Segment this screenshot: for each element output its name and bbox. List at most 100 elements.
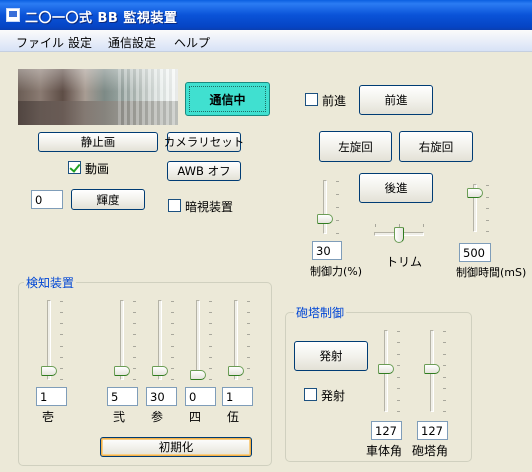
slider-tick	[443, 342, 446, 344]
slider-thumb[interactable]	[317, 214, 333, 225]
reverse-button[interactable]: 後進	[359, 173, 433, 203]
menu-comm-settings[interactable]: 通信設定	[108, 34, 156, 51]
turn-left-button[interactable]: 左旋回	[319, 131, 392, 162]
slider-tick	[443, 376, 446, 378]
slider-tick	[171, 301, 174, 302]
turn-right-button[interactable]: 右旋回	[399, 131, 473, 162]
slider-tick	[133, 312, 136, 314]
slider-track	[196, 300, 200, 380]
menu-help[interactable]: ヘルプ	[174, 34, 210, 51]
body-angle-label: 車体角	[366, 444, 403, 458]
detector-slider-5[interactable]	[227, 296, 251, 384]
slider-tick	[397, 399, 400, 401]
body-angle-input[interactable]: 127	[371, 421, 402, 440]
power-input[interactable]: 30	[312, 241, 342, 260]
slider-tick	[209, 323, 212, 325]
main-window: 二〇一〇式 BB 監視装置 ファイル 設定 通信設定 ヘルプ 静止画 カメラリセ…	[0, 0, 532, 472]
slider-tick	[171, 379, 174, 380]
fire-checkbox[interactable]	[304, 388, 317, 401]
slider-tick	[133, 345, 136, 347]
power-slider[interactable]	[316, 176, 340, 238]
slider-tick	[60, 367, 63, 369]
detector-input-3[interactable]: 30	[146, 387, 177, 406]
slider-tick	[171, 323, 174, 325]
video-checkbox[interactable]	[68, 161, 81, 174]
body-angle-slider[interactable]	[377, 326, 401, 416]
slider-tick	[397, 342, 400, 344]
slider-tick	[443, 365, 446, 367]
detector-input-4[interactable]: 0	[185, 387, 216, 406]
turret-group-title: 砲塔制御	[294, 304, 347, 321]
turret-angle-input[interactable]: 127	[417, 421, 448, 440]
slider-thumb[interactable]	[190, 370, 206, 380]
slider-tick	[171, 345, 174, 347]
slider-track	[323, 180, 327, 234]
slider-tick	[375, 224, 376, 227]
slider-thumb[interactable]	[467, 188, 483, 199]
camera-image	[18, 69, 178, 125]
slider-tick	[486, 185, 489, 186]
time-slider[interactable]	[466, 180, 490, 236]
forward-button[interactable]: 前進	[359, 85, 433, 115]
slider-thumb[interactable]	[114, 366, 130, 377]
detector-slider-2[interactable]	[113, 296, 137, 384]
slider-tick	[60, 345, 63, 347]
detector-label-2: 弐	[113, 410, 126, 424]
slider-tick	[171, 367, 174, 369]
slider-tick	[443, 331, 446, 332]
slider-tick	[133, 334, 136, 336]
slider-tick	[486, 208, 489, 209]
time-input[interactable]: 500	[459, 243, 491, 262]
detector-input-5[interactable]: 1	[222, 387, 253, 406]
slider-tick	[133, 379, 136, 380]
slider-tick	[60, 379, 63, 380]
brightness-input[interactable]: 0	[31, 190, 63, 209]
night-vision-label: 暗視装置	[185, 200, 234, 214]
detector-slider-1[interactable]	[40, 296, 64, 384]
slider-tick	[486, 196, 489, 198]
slider-tick	[443, 399, 446, 401]
camera-reset-button[interactable]: カメラリセット	[164, 132, 244, 152]
title-bar[interactable]: 二〇一〇式 BB 監視装置	[0, 0, 532, 30]
detector-group-title: 検知装置	[24, 274, 77, 291]
night-vision-checkbox[interactable]	[168, 199, 181, 212]
turret-angle-slider[interactable]	[423, 326, 447, 416]
slider-tick	[60, 323, 63, 325]
slider-tick	[209, 379, 212, 380]
slider-thumb[interactable]	[228, 366, 244, 377]
initialize-button[interactable]: 初期化	[100, 437, 252, 457]
menu-settings[interactable]: 設定	[68, 34, 92, 51]
trim-slider[interactable]	[372, 224, 426, 248]
slider-tick	[336, 194, 339, 195]
slider-tick	[247, 356, 250, 358]
slider-thumb[interactable]	[394, 227, 404, 243]
trim-label: トリム	[386, 255, 423, 269]
detector-slider-4[interactable]	[189, 296, 213, 384]
power-label: 制御力(%)	[310, 265, 363, 278]
slider-tick	[247, 323, 250, 325]
video-label: 動画	[85, 162, 110, 176]
awb-off-button[interactable]: AWB オフ	[167, 161, 241, 181]
detector-slider-3[interactable]	[151, 296, 175, 384]
fire-button[interactable]: 発射	[294, 341, 368, 371]
slider-tick	[397, 411, 400, 412]
slider-tick	[209, 367, 212, 369]
slider-thumb[interactable]	[152, 366, 168, 377]
slider-thumb[interactable]	[424, 364, 440, 374]
slider-tick	[209, 312, 212, 314]
slider-tick	[336, 207, 339, 208]
detector-input-2[interactable]: 5	[107, 387, 138, 406]
still-image-button[interactable]: 静止画	[38, 132, 158, 152]
menu-file[interactable]: ファイル	[16, 34, 64, 51]
slider-tick	[247, 312, 250, 314]
slider-tick	[209, 334, 212, 336]
communication-button[interactable]: 通信中	[185, 82, 270, 116]
turret-angle-label: 砲塔角	[412, 444, 449, 458]
forward-checkbox[interactable]	[305, 93, 318, 106]
detector-input-1[interactable]: 1	[36, 387, 67, 406]
slider-tick	[397, 353, 400, 355]
brightness-button[interactable]: 輝度	[71, 189, 145, 210]
app-icon	[6, 8, 20, 22]
slider-thumb[interactable]	[378, 364, 394, 374]
slider-thumb[interactable]	[41, 366, 57, 377]
